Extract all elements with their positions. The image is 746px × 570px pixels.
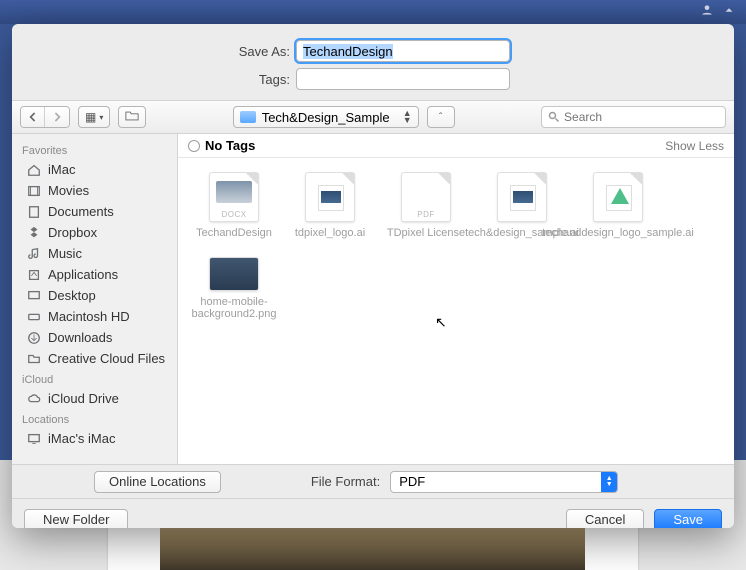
forward-button[interactable]: [45, 107, 69, 127]
file-format-value: PDF: [399, 474, 425, 489]
sidebar-item-dropbox[interactable]: Dropbox: [12, 222, 177, 243]
file-name: tdpixel_logo.ai: [295, 227, 365, 239]
file-name: home-mobile-background2.png: [189, 296, 279, 320]
tag-label: No Tags: [205, 138, 255, 153]
file-item[interactable]: tdpixel_logo.ai: [282, 168, 378, 243]
search-input[interactable]: [564, 110, 719, 124]
sidebar-section-head: Favorites: [12, 140, 177, 159]
format-bar: Online Locations File Format: PDF ▲▼: [12, 464, 734, 498]
file-item[interactable]: PDF TDpixel License: [378, 168, 474, 243]
show-less-link[interactable]: Show Less: [665, 139, 724, 153]
file-name: TDpixel License: [387, 227, 465, 239]
cancel-button[interactable]: Cancel: [566, 509, 644, 529]
sidebar-section-head: iCloud: [12, 369, 177, 388]
tag-filter-bar: No Tags Show Less: [178, 134, 734, 158]
sidebar-item-imacs-imac[interactable]: iMac's iMac: [12, 428, 177, 449]
sidebar: Favorites iMac Movies Documents Dropbox …: [12, 134, 178, 464]
sidebar-item-music[interactable]: Music: [12, 243, 177, 264]
file-browser: No Tags Show Less DOCX TechandDesign tdp…: [178, 134, 734, 464]
sidebar-item-desktop[interactable]: Desktop: [12, 285, 177, 306]
chevron-up-icon[interactable]: [722, 3, 736, 22]
button-bar: New Folder Cancel Save: [12, 498, 734, 528]
grid-icon: ▦: [85, 110, 96, 124]
online-locations-button[interactable]: Online Locations: [94, 471, 221, 493]
toolbar: ▦ ▾ Tech&Design_Sample ▲▼ ˆ: [12, 100, 734, 134]
account-icon[interactable]: [700, 3, 714, 22]
dropbox-icon: [26, 226, 42, 240]
sidebar-item-downloads[interactable]: Downloads: [12, 327, 177, 348]
tag-radio[interactable]: [188, 140, 200, 152]
sidebar-item-macintosh-hd[interactable]: Macintosh HD: [12, 306, 177, 327]
movies-icon: [26, 184, 42, 198]
applications-icon: [26, 268, 42, 282]
sidebar-item-applications[interactable]: Applications: [12, 264, 177, 285]
file-item[interactable]: techanddesign_logo_sample.ai: [570, 168, 666, 243]
chevron-up-icon: ˆ: [439, 112, 442, 123]
collapse-button[interactable]: ˆ: [427, 106, 455, 128]
file-name: TechandDesign: [196, 227, 272, 239]
search-field[interactable]: [541, 106, 726, 128]
home-icon: [26, 163, 42, 177]
updown-icon: ▲▼: [403, 110, 412, 124]
file-format-label: File Format:: [311, 474, 380, 489]
desktop-icon: [26, 289, 42, 303]
music-icon: [26, 247, 42, 261]
sidebar-item-documents[interactable]: Documents: [12, 201, 177, 222]
nav-segment: [20, 106, 70, 128]
save-dialog: Save As: Tags: ▦ ▾: [12, 24, 734, 528]
sidebar-item-movies[interactable]: Movies: [12, 180, 177, 201]
save-button[interactable]: Save: [654, 509, 722, 529]
app-titlebar: [0, 0, 746, 24]
dialog-body: Favorites iMac Movies Documents Dropbox …: [12, 134, 734, 464]
folder-popup[interactable]: Tech&Design_Sample ▲▼: [233, 106, 419, 128]
save-as-row: Save As:: [12, 24, 734, 64]
new-folder-button[interactable]: New Folder: [24, 509, 128, 529]
sidebar-item-icloud-drive[interactable]: iCloud Drive: [12, 388, 177, 409]
tags-input[interactable]: [296, 68, 510, 90]
mouse-cursor: ↖: [435, 314, 447, 331]
file-thumb: [593, 172, 643, 222]
updown-icon: ▲▼: [601, 472, 617, 492]
window-background: Save As: Tags: ▦ ▾: [0, 0, 746, 570]
folder-outline-icon: [125, 110, 139, 124]
save-as-label: Save As:: [32, 44, 290, 59]
tags-label: Tags:: [32, 72, 290, 87]
file-thumb: DOCX: [209, 172, 259, 222]
sidebar-item-imac[interactable]: iMac: [12, 159, 177, 180]
file-thumb: PDF: [401, 172, 451, 222]
tags-row: Tags:: [12, 64, 734, 100]
chevron-down-icon: ▾: [99, 113, 103, 122]
monitor-icon: [26, 432, 42, 446]
cloud-icon: [26, 392, 42, 406]
file-item[interactable]: home-mobile-background2.png: [186, 245, 282, 324]
folder-name: Tech&Design_Sample: [262, 110, 390, 125]
view-mode-button[interactable]: ▦ ▾: [78, 106, 110, 128]
file-format-popup[interactable]: PDF ▲▼: [390, 471, 618, 493]
search-icon: [548, 111, 560, 123]
file-name: techanddesign_logo_sample.ai: [542, 227, 694, 239]
file-grid[interactable]: DOCX TechandDesign tdpixel_logo.ai PDF T…: [178, 158, 734, 464]
disk-icon: [26, 310, 42, 324]
downloads-icon: [26, 331, 42, 345]
file-thumb: [497, 172, 547, 222]
save-as-input[interactable]: [296, 40, 510, 62]
group-button[interactable]: [118, 106, 146, 128]
back-button[interactable]: [21, 107, 45, 127]
folder-icon: [26, 352, 42, 366]
sidebar-item-cc-files[interactable]: Creative Cloud Files: [12, 348, 177, 369]
documents-icon: [26, 205, 42, 219]
file-item[interactable]: DOCX TechandDesign: [186, 168, 282, 243]
folder-icon: [240, 111, 256, 123]
file-thumb: [209, 257, 259, 291]
file-thumb: [305, 172, 355, 222]
sidebar-section-head: Locations: [12, 409, 177, 428]
